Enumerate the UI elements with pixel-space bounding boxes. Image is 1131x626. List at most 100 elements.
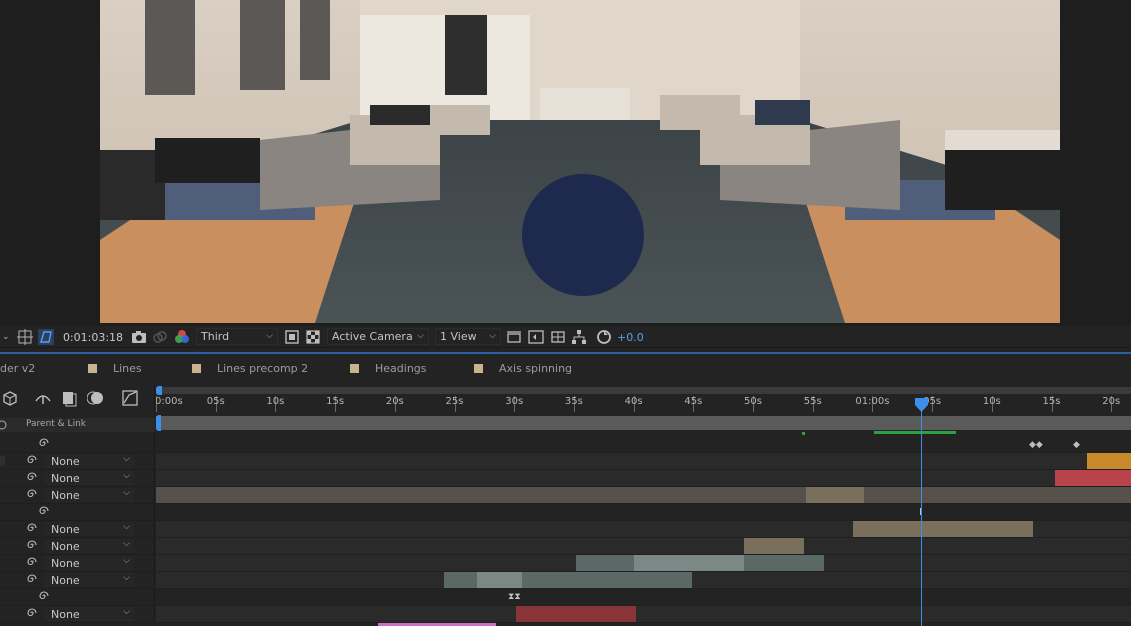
tab-label: Lines bbox=[113, 361, 142, 375]
parent-pick-whip-icon[interactable] bbox=[26, 471, 38, 483]
color-channels-icon[interactable] bbox=[174, 329, 190, 345]
view-layout-select[interactable]: 1 View ⌵ bbox=[435, 328, 501, 345]
ruler-label: 40s bbox=[624, 396, 643, 407]
parent-link-column-header[interactable]: Parent & Link bbox=[26, 419, 86, 429]
layer-row[interactable]: None ⌵ bbox=[0, 606, 155, 623]
parent-pick-whip-icon[interactable] bbox=[26, 607, 38, 619]
layer-row[interactable]: None ⌵ bbox=[0, 555, 155, 572]
layer-bar-tan-segment[interactable] bbox=[806, 487, 864, 503]
layer-row[interactable]: None ⌵ bbox=[0, 487, 155, 504]
layer-row[interactable]: None ⌵ bbox=[0, 572, 155, 589]
current-time-indicator-icon[interactable] bbox=[915, 398, 928, 412]
keyframe-icon[interactable]: ◆ bbox=[1073, 440, 1080, 450]
parent-select-value: None bbox=[51, 488, 80, 502]
ruler-label: 15s bbox=[326, 396, 345, 407]
camera-select[interactable]: Active Camera ⌵ bbox=[327, 328, 429, 345]
viewer-menu-chevron-icon[interactable]: ⌄ bbox=[2, 328, 10, 346]
exposure-value[interactable]: +0.0 bbox=[617, 328, 644, 346]
label-color-swatch bbox=[192, 363, 201, 373]
grid-overlay-icon[interactable] bbox=[17, 329, 33, 345]
parent-pick-whip-icon[interactable] bbox=[26, 556, 38, 568]
parent-select-value: None bbox=[51, 556, 80, 570]
layer-bar-gray-segment[interactable] bbox=[634, 555, 744, 571]
shy-layers-icon[interactable] bbox=[34, 389, 52, 407]
layer-row[interactable]: None ⌵ bbox=[0, 538, 155, 555]
chevron-down-icon: ⌵ bbox=[123, 488, 130, 498]
viewer-toolbar: ⌄ 0:01:03:18 Third ⌵ Active Camera ⌵ 1 V… bbox=[0, 326, 1131, 348]
layer-row[interactable]: None ⌵ bbox=[0, 521, 155, 538]
ruler-label: 10s bbox=[982, 396, 1001, 407]
work-area-start-handle[interactable] bbox=[156, 415, 161, 431]
frame-blending-icon[interactable] bbox=[60, 389, 78, 407]
time-ruler[interactable]: 0:00s 05s 10s 15s 20s 25s 30s 35s 40s 45s 50s 55s 01… bbox=[156, 384, 1131, 434]
track bbox=[156, 521, 1131, 538]
parent-pick-whip-icon[interactable] bbox=[26, 522, 38, 534]
parent-select[interactable]: None ⌵ bbox=[44, 471, 134, 485]
parent-pick-whip-icon[interactable] bbox=[26, 573, 38, 585]
track bbox=[156, 572, 1131, 589]
ruler-label: 20s bbox=[385, 396, 404, 407]
layer-bar-gray-segment[interactable] bbox=[477, 572, 522, 588]
ruler-label: 20s bbox=[1102, 396, 1121, 407]
current-timecode[interactable]: 0:01:03:18 bbox=[60, 328, 126, 346]
parent-pick-whip-icon[interactable] bbox=[26, 539, 38, 551]
parent-select[interactable]: None ⌵ bbox=[44, 573, 134, 587]
parent-select[interactable]: None ⌵ bbox=[44, 488, 134, 502]
time-navigator-bar[interactable] bbox=[156, 387, 1131, 394]
tab-composition[interactable]: der v2 bbox=[0, 360, 35, 376]
tab-headings[interactable]: Headings bbox=[350, 360, 427, 376]
region-of-interest-icon[interactable] bbox=[284, 329, 300, 345]
parent-pick-whip-icon[interactable] bbox=[38, 437, 50, 449]
parent-select[interactable]: None ⌵ bbox=[44, 556, 134, 570]
draft-3d-icon[interactable] bbox=[1, 389, 19, 407]
resolution-select[interactable]: Third ⌵ bbox=[196, 328, 278, 345]
time-navigator-start-handle[interactable] bbox=[156, 386, 162, 395]
current-time-indicator-line[interactable] bbox=[921, 400, 922, 626]
layer-row[interactable]: None ⌵ bbox=[0, 470, 155, 487]
composition-viewer[interactable] bbox=[0, 0, 1131, 326]
parent-pick-whip-icon[interactable] bbox=[38, 505, 50, 517]
layer-bar-red[interactable] bbox=[516, 606, 636, 622]
mask-visibility-icon[interactable] bbox=[38, 329, 54, 345]
keyframe-icon[interactable]: ◆◆ bbox=[1029, 440, 1043, 450]
motion-blur-icon[interactable] bbox=[87, 389, 105, 407]
keyframe-icon[interactable]: ⧗⧗ bbox=[508, 592, 521, 602]
fast-previews-icon[interactable] bbox=[528, 329, 544, 345]
flowchart-icon[interactable] bbox=[571, 329, 587, 345]
parent-spiral-icon bbox=[0, 420, 7, 430]
parent-pick-whip-icon[interactable] bbox=[26, 454, 38, 466]
reset-exposure-icon[interactable] bbox=[596, 329, 612, 345]
chevron-down-icon: ⌵ bbox=[266, 331, 273, 341]
tab-axis-spinning[interactable]: Axis spinning bbox=[474, 360, 572, 376]
ruler-label: 25s bbox=[445, 396, 464, 407]
toggle-pixel-aspect-icon[interactable] bbox=[506, 329, 522, 345]
layer-bar-tan[interactable] bbox=[853, 521, 1033, 537]
parent-pick-whip-icon[interactable] bbox=[38, 590, 50, 602]
parent-pick-whip-icon[interactable] bbox=[26, 488, 38, 500]
timeline-panel[interactable]: 0:00s 05s 10s 15s 20s 25s 30s 35s 40s 45s 50s 55s 01… bbox=[156, 384, 1131, 626]
timeline-toggle-icon[interactable] bbox=[550, 329, 566, 345]
ruler-label: 01:00s bbox=[855, 396, 890, 407]
snapshot-camera-icon[interactable] bbox=[131, 329, 147, 345]
layer-bar-tan[interactable] bbox=[156, 487, 1131, 503]
layer-row[interactable] bbox=[0, 436, 155, 453]
track bbox=[156, 538, 1131, 555]
layer-bar-red[interactable] bbox=[1055, 470, 1131, 486]
parent-select[interactable]: None ⌵ bbox=[44, 522, 134, 536]
composition-tab-bar: der v2 Lines Lines precomp 2 Headings Ax… bbox=[0, 352, 1131, 380]
graph-editor-icon[interactable] bbox=[121, 389, 139, 407]
ruler-label: 0:00s bbox=[156, 396, 183, 407]
layer-bar-orange[interactable] bbox=[1087, 453, 1131, 469]
layer-row[interactable]: None ⌵ bbox=[0, 453, 155, 470]
tab-lines-precomp-2[interactable]: Lines precomp 2 bbox=[192, 360, 308, 376]
transparency-grid-icon[interactable] bbox=[305, 329, 321, 345]
parent-select[interactable]: None ⌵ bbox=[44, 539, 134, 553]
layer-bar-tan[interactable] bbox=[744, 538, 804, 554]
layer-row[interactable] bbox=[0, 504, 155, 521]
show-snapshot-icon[interactable] bbox=[152, 329, 168, 345]
parent-select[interactable]: None ⌵ bbox=[44, 454, 134, 468]
parent-select[interactable]: None ⌵ bbox=[44, 607, 134, 621]
tab-lines[interactable]: Lines bbox=[88, 360, 142, 376]
layer-row[interactable] bbox=[0, 589, 155, 606]
work-area-bar[interactable] bbox=[156, 416, 1131, 430]
